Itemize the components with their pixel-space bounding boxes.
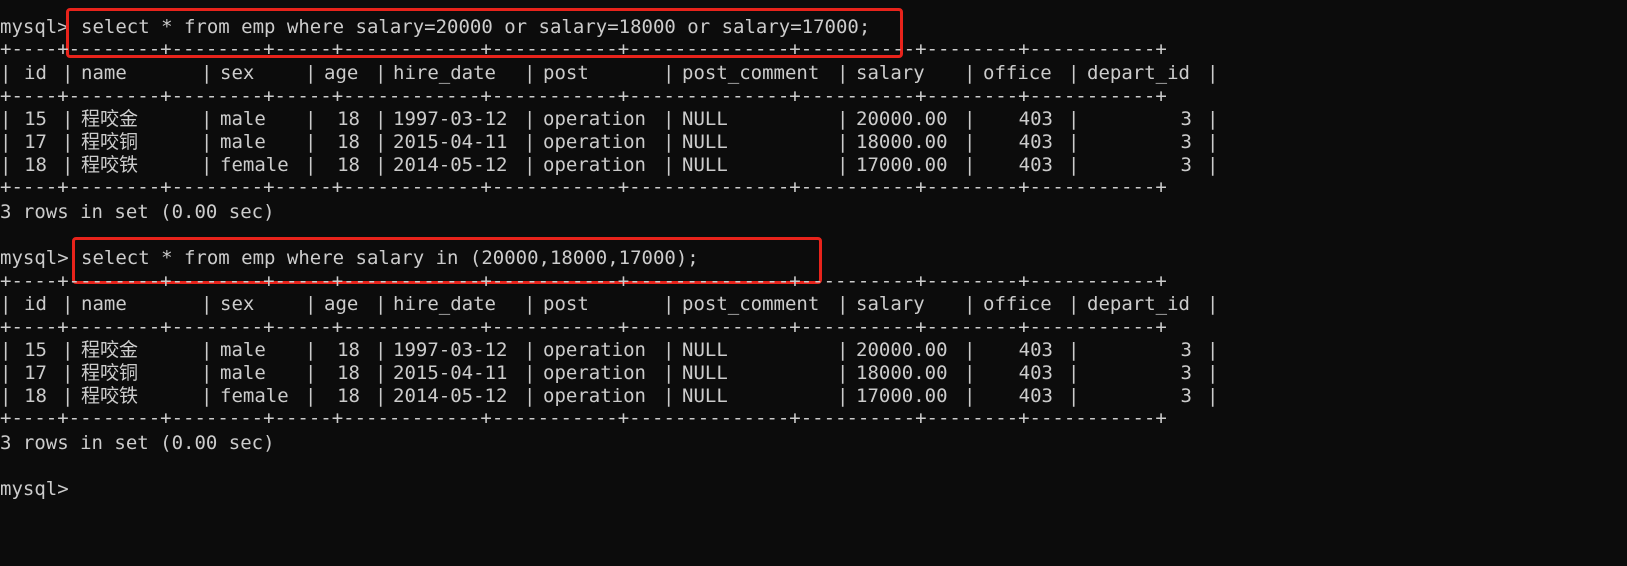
column-header-office: office	[983, 62, 1052, 84]
cell-depart-id: 3	[1180, 154, 1192, 176]
column-header-post: post	[543, 62, 589, 84]
cell-office: 403	[1018, 131, 1053, 153]
column-header-sex: sex	[220, 293, 255, 315]
table-border-mid-1: +----+--------+--------+-----+----------…	[0, 85, 1167, 107]
cell-office: 403	[1018, 108, 1053, 130]
column-header-age: age	[324, 62, 359, 84]
cell-id: 18	[24, 385, 47, 407]
cell-depart-id: 3	[1180, 362, 1192, 384]
cell-name: 程咬金	[81, 339, 139, 361]
column-header-post: post	[543, 293, 589, 315]
cell-post-comment: NULL	[682, 108, 728, 130]
cell-post: operation	[543, 108, 646, 130]
cell-post: operation	[543, 154, 646, 176]
cell-post: operation	[543, 131, 646, 153]
prompt-line-2: mysql>	[0, 247, 69, 270]
cell-hire-date: 1997-03-12	[393, 339, 508, 361]
cell-age: 18	[337, 131, 360, 153]
table-border-mid-2: +----+--------+--------+-----+----------…	[0, 316, 1167, 338]
cell-id: 15	[24, 108, 47, 130]
cell-id: 15	[24, 339, 47, 361]
cell-post-comment: NULL	[682, 385, 728, 407]
cell-salary: 18000.00	[856, 131, 948, 153]
column-header-id: id	[24, 293, 47, 315]
cell-sex: male	[220, 362, 266, 384]
cell-post-comment: NULL	[682, 131, 728, 153]
column-header-post-comment: post_comment	[682, 293, 820, 315]
column-header-age: age	[324, 293, 359, 315]
prompt-line-1: mysql>	[0, 16, 69, 39]
cell-office: 403	[1018, 362, 1053, 384]
table-border-bottom-1: +----+--------+--------+-----+----------…	[0, 176, 1167, 198]
column-header-depart-id: depart_id	[1087, 293, 1190, 315]
cell-name: 程咬铜	[81, 131, 139, 153]
cell-hire-date: 2015-04-11	[393, 131, 508, 153]
column-header-salary: salary	[856, 62, 925, 84]
table-border-top-1: +----+--------+--------+-----+----------…	[0, 38, 1167, 60]
cell-age: 18	[337, 385, 360, 407]
cell-hire-date: 2015-04-11	[393, 362, 508, 384]
column-header-hire-date: hire_date	[393, 62, 496, 84]
cell-sex: female	[220, 154, 289, 176]
column-header-name: name	[81, 293, 127, 315]
column-header-name: name	[81, 62, 127, 84]
column-header-sex: sex	[220, 62, 255, 84]
cell-age: 18	[337, 339, 360, 361]
column-header-post-comment: post_comment	[682, 62, 820, 84]
cell-depart-id: 3	[1180, 108, 1192, 130]
cell-id: 17	[24, 131, 47, 153]
cell-name: 程咬铁	[81, 385, 139, 407]
column-header-salary: salary	[856, 293, 925, 315]
cell-sex: male	[220, 108, 266, 130]
cell-sex: male	[220, 131, 266, 153]
cell-age: 18	[337, 108, 360, 130]
prompt: mysql>	[0, 16, 69, 38]
table-border-top-2: +----+--------+--------+-----+----------…	[0, 270, 1167, 292]
column-header-depart-id: depart_id	[1087, 62, 1190, 84]
cell-salary: 20000.00	[856, 108, 948, 130]
cell-age: 18	[337, 362, 360, 384]
cell-id: 18	[24, 154, 47, 176]
cell-name: 程咬金	[81, 108, 139, 130]
column-header-office: office	[983, 293, 1052, 315]
cell-salary: 18000.00	[856, 362, 948, 384]
cell-sex: male	[220, 339, 266, 361]
table-border-bottom-2: +----+--------+--------+-----+----------…	[0, 407, 1167, 429]
cell-post-comment: NULL	[682, 362, 728, 384]
cell-office: 403	[1018, 154, 1053, 176]
cell-post: operation	[543, 339, 646, 361]
cell-salary: 17000.00	[856, 154, 948, 176]
final-prompt[interactable]: mysql>	[0, 478, 69, 501]
cell-salary: 17000.00	[856, 385, 948, 407]
cell-depart-id: 3	[1180, 339, 1192, 361]
cell-name: 程咬铁	[81, 154, 139, 176]
cell-post-comment: NULL	[682, 339, 728, 361]
cell-depart-id: 3	[1180, 385, 1192, 407]
cell-salary: 20000.00	[856, 339, 948, 361]
column-header-id: id	[24, 62, 47, 84]
cell-sex: female	[220, 385, 289, 407]
cell-office: 403	[1018, 385, 1053, 407]
cell-depart-id: 3	[1180, 131, 1192, 153]
column-header-hire-date: hire_date	[393, 293, 496, 315]
cell-hire-date: 1997-03-12	[393, 108, 508, 130]
cell-age: 18	[337, 154, 360, 176]
cell-name: 程咬铜	[81, 362, 139, 384]
result-footer-2: 3 rows in set (0.00 sec)	[0, 432, 275, 454]
terminal-window[interactable]: mysql> select * from emp where salary=20…	[0, 0, 1627, 566]
cell-post: operation	[543, 362, 646, 384]
cell-post: operation	[543, 385, 646, 407]
cell-post-comment: NULL	[682, 154, 728, 176]
prompt: mysql>	[0, 247, 69, 269]
result-footer-1: 3 rows in set (0.00 sec)	[0, 201, 275, 223]
cell-id: 17	[24, 362, 47, 384]
cell-hire-date: 2014-05-12	[393, 385, 508, 407]
cell-hire-date: 2014-05-12	[393, 154, 508, 176]
cell-office: 403	[1018, 339, 1053, 361]
